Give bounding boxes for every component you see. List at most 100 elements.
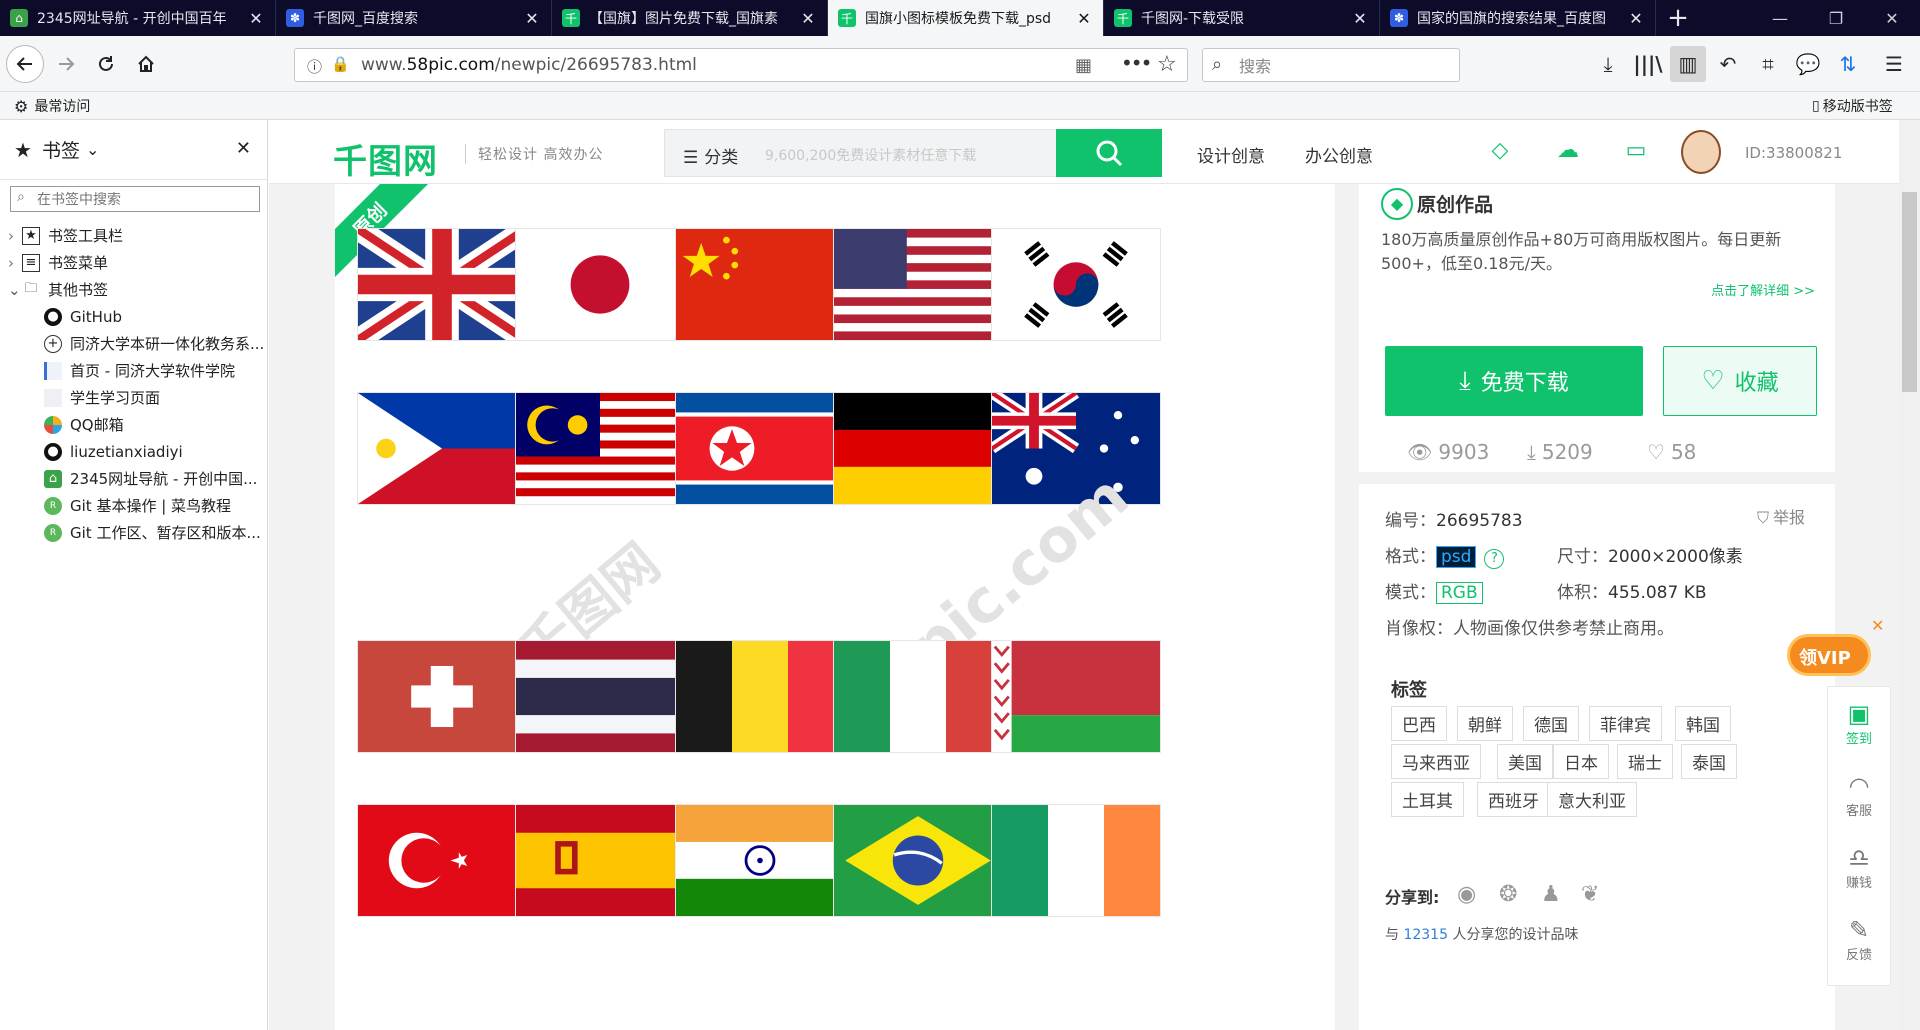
nav-design-creative[interactable]: 设计创意 bbox=[1197, 142, 1265, 167]
customer-service-button[interactable]: ◠ 客服 bbox=[1828, 759, 1890, 831]
feedback-button[interactable]: ✎ 反馈 bbox=[1828, 903, 1890, 975]
tab-current[interactable]: 千 国旗小图标模板免费下载_psd ✕ bbox=[828, 0, 1104, 36]
bookmark-label: liuzetianxiadiyi bbox=[70, 442, 183, 461]
report-link[interactable]: ⛉ 举报 bbox=[1757, 504, 1805, 528]
tag-item[interactable]: 巴西 bbox=[1391, 706, 1447, 741]
tag-item[interactable]: 意大利亚 bbox=[1547, 782, 1637, 817]
folder-bookmarks-toolbar[interactable]: › ★ 书签工具栏 bbox=[8, 222, 123, 249]
tag-item[interactable]: 德国 bbox=[1523, 706, 1579, 741]
bookmark-item[interactable]: 首页 - 同济大学软件学院 bbox=[44, 357, 235, 384]
tab-2345[interactable]: ⌂ 2345网址导航 - 开创中国百年 ✕ bbox=[0, 0, 276, 36]
folder-label: 其他书签 bbox=[48, 281, 109, 299]
help-icon[interactable]: ? bbox=[1484, 549, 1505, 569]
wechat-icon[interactable]: ❂ bbox=[1499, 882, 1527, 910]
sidebar-toggle-button[interactable]: ▥ bbox=[1670, 46, 1706, 82]
sidebar-header[interactable]: ★ 书签 ⌄ ✕ bbox=[0, 120, 267, 180]
bookmark-label: Git 工作区、暂存区和版本... bbox=[70, 524, 261, 542]
bookmark-item[interactable]: R Git 基本操作 | 菜鸟教程 bbox=[44, 492, 231, 519]
learn-more-link[interactable]: 点击了解详细 >> bbox=[1711, 280, 1815, 299]
undo-close-tab-button[interactable]: ↶ bbox=[1710, 46, 1746, 82]
sync-button[interactable]: ⇅ bbox=[1830, 46, 1866, 82]
phone-icon: ▯ bbox=[1812, 98, 1820, 114]
tab-baidu-images[interactable]: ✽ 国家的国旗的搜索结果_百度图 ✕ bbox=[1380, 0, 1656, 36]
tag-item[interactable]: 韩国 bbox=[1675, 706, 1731, 741]
address-bar[interactable]: ⓘ 🔒 www.58pic.com/newpic/26695783.html ▦… bbox=[294, 48, 1188, 82]
home-button[interactable] bbox=[128, 46, 164, 82]
tag-item[interactable]: 泰国 bbox=[1681, 744, 1737, 779]
page-scrollbar[interactable] bbox=[1899, 120, 1920, 1030]
avatar[interactable] bbox=[1681, 130, 1721, 174]
sidebar-close-button[interactable]: ✕ bbox=[236, 138, 251, 159]
bookmark-item[interactable]: 学生学习页面 bbox=[44, 384, 160, 411]
nav-office-creative[interactable]: 办公创意 bbox=[1305, 142, 1373, 167]
insecure-lock-icon[interactable]: 🔒 bbox=[331, 55, 350, 73]
close-icon[interactable]: ✕ bbox=[1627, 9, 1645, 28]
tag-item[interactable]: 土耳其 bbox=[1391, 782, 1464, 817]
close-icon[interactable]: ✕ bbox=[1871, 616, 1884, 635]
folder-other-bookmarks[interactable]: ⌄ 🗀 其他书签 bbox=[8, 276, 108, 303]
diamond-vip-icon[interactable]: ◇ bbox=[1487, 138, 1513, 164]
more-actions-icon[interactable]: ••• bbox=[1121, 51, 1152, 75]
close-icon[interactable]: ✕ bbox=[1075, 9, 1093, 28]
site-search-button[interactable] bbox=[1056, 129, 1162, 177]
tag-item[interactable]: 马来西亚 bbox=[1391, 744, 1481, 779]
tag-item[interactable]: 日本 bbox=[1553, 744, 1609, 779]
library-button[interactable]: |||\ bbox=[1630, 46, 1666, 82]
tab-flag-search[interactable]: 千 【国旗】图片免费下载_国旗素 ✕ bbox=[552, 0, 828, 36]
chat-button[interactable]: 💬 bbox=[1790, 46, 1826, 82]
tab-baidu[interactable]: ✽ 千图网_百度搜索 ✕ bbox=[276, 0, 552, 36]
bookmark-item[interactable]: ● liuzetianxiadiyi bbox=[44, 438, 183, 465]
window-close-button[interactable]: ✕ bbox=[1864, 0, 1920, 36]
screenshot-button[interactable]: ⌗ bbox=[1750, 46, 1786, 82]
weibo-icon[interactable]: ◉ bbox=[1457, 882, 1485, 910]
site-logo[interactable]: 千图网 bbox=[333, 134, 438, 183]
close-icon[interactable]: ✕ bbox=[799, 9, 817, 28]
home-icon bbox=[138, 55, 154, 72]
site-search-input[interactable]: 9,600,200免费设计素材任意下载 bbox=[765, 145, 976, 165]
folder-bookmarks-menu[interactable]: › ≡ 书签菜单 bbox=[8, 249, 108, 276]
file-id-label: 编号： bbox=[1385, 511, 1436, 531]
tag-item[interactable]: 美国 bbox=[1497, 744, 1553, 779]
bookmark-search-input[interactable]: ⌕ 在书签中搜索 bbox=[10, 186, 260, 212]
tag-item[interactable]: 瑞士 bbox=[1617, 744, 1673, 779]
star-bookmark-icon[interactable]: ☆ bbox=[1157, 52, 1177, 77]
downloads-button[interactable]: ⤓ bbox=[1590, 46, 1626, 82]
mobile-bookmarks[interactable]: ▯ 移动版书签 bbox=[1812, 96, 1893, 116]
checkin-button[interactable]: ▣ 签到 bbox=[1828, 687, 1890, 759]
favorite-button[interactable]: ♡ 收藏 bbox=[1663, 346, 1817, 416]
earn-money-button[interactable]: ♎ 赚钱 bbox=[1828, 831, 1890, 903]
maximize-button[interactable]: ❐ bbox=[1808, 0, 1864, 36]
volume-row: 体积：455.087 KB bbox=[1557, 578, 1707, 603]
new-tab-button[interactable]: + bbox=[1656, 0, 1700, 36]
message-icon[interactable]: ▭ bbox=[1623, 138, 1649, 164]
bookmark-item[interactable]: R Git 工作区、暂存区和版本... bbox=[44, 519, 261, 546]
tag-item[interactable]: 朝鲜 bbox=[1457, 706, 1513, 741]
qzone-icon[interactable]: ❦ bbox=[1581, 882, 1609, 910]
close-icon[interactable]: ✕ bbox=[1351, 9, 1369, 28]
vip-promo-badge[interactable]: 领VIP ✕ bbox=[1787, 616, 1884, 686]
reload-button[interactable] bbox=[88, 46, 124, 82]
scrollbar-thumb[interactable] bbox=[1902, 192, 1917, 392]
minimize-button[interactable]: — bbox=[1752, 0, 1808, 36]
bookmark-item[interactable]: + 同济大学本研一体化教务系... bbox=[44, 330, 264, 357]
category-label: 分类 bbox=[704, 148, 739, 168]
search-bar[interactable]: ⌕ 搜索 bbox=[1202, 48, 1460, 82]
free-download-button[interactable]: ⤓ 免费下载 bbox=[1385, 346, 1643, 416]
close-icon[interactable]: ✕ bbox=[247, 9, 265, 28]
tag-item[interactable]: 菲律宾 bbox=[1589, 706, 1662, 741]
category-dropdown[interactable]: ☰ 分类 bbox=[683, 143, 738, 168]
qq-icon[interactable]: ♟ bbox=[1541, 882, 1569, 910]
bookmark-item[interactable]: ⌂ 2345网址导航 - 开创中国... bbox=[44, 465, 257, 492]
bookmark-item[interactable]: QQ邮箱 bbox=[44, 411, 124, 438]
cloud-upload-icon[interactable]: ☁ bbox=[1555, 138, 1581, 164]
qr-code-icon[interactable]: ▦ bbox=[1075, 55, 1092, 76]
menu-button[interactable]: ☰ bbox=[1876, 46, 1912, 82]
close-icon[interactable]: ✕ bbox=[523, 9, 541, 28]
tab-download-limited[interactable]: 千 千图网-下载受限 ✕ bbox=[1104, 0, 1380, 36]
bookmark-item[interactable]: ● GitHub bbox=[44, 303, 122, 330]
forward-button[interactable] bbox=[48, 46, 84, 82]
info-icon[interactable]: ⓘ bbox=[307, 56, 322, 77]
back-button[interactable] bbox=[6, 45, 44, 83]
most-visited-bookmark[interactable]: ⚙ 最常访问 bbox=[14, 96, 90, 116]
tag-item[interactable]: 西班牙 bbox=[1477, 782, 1550, 817]
